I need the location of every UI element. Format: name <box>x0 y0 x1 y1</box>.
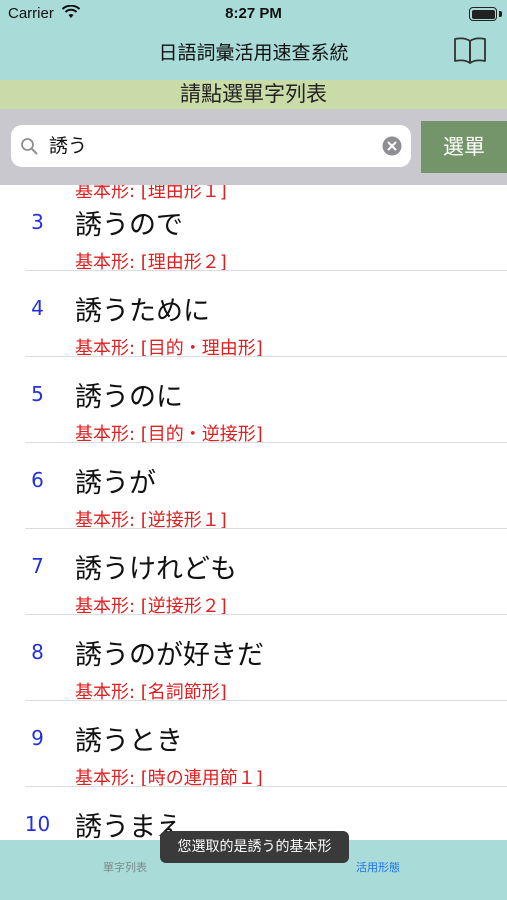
search-bar: 誘う 選單 <box>0 109 507 185</box>
row-number: 5 <box>31 382 44 406</box>
row-number: 7 <box>31 554 44 578</box>
row-number: 9 <box>31 726 44 750</box>
page-title: 日語詞彙活用速查系統 <box>158 42 349 64</box>
list-item[interactable]: 3 誘うので 基本形: [理由形２] <box>0 185 507 273</box>
tab-word-list[interactable]: 單字列表 <box>103 859 147 875</box>
status-bar: Carrier 8:27 PM <box>0 0 507 28</box>
clear-icon[interactable] <box>382 136 402 156</box>
battery-nub <box>499 11 502 17</box>
navigation-bar: Carrier 8:27 PM 日語詞彙活用速查系統 <box>0 0 507 80</box>
row-number: 8 <box>31 640 44 664</box>
conjugated-word: 誘うために <box>75 296 210 327</box>
conjugated-word: 誘うとき <box>75 726 183 757</box>
conjugation-list: 基本形: [理由形１] 3 誘うので 基本形: [理由形２] 4 誘うために 基… <box>0 185 507 840</box>
list-item[interactable]: 4 誘うために 基本形: [目的・理由形] <box>0 271 507 359</box>
conjugated-word: 誘うのに <box>75 382 183 413</box>
menu-button[interactable]: 選單 <box>421 121 507 173</box>
tab-conjugation-forms[interactable]: 活用形態 <box>356 859 400 875</box>
battery-icon <box>469 7 497 21</box>
status-time: 8:27 PM <box>225 5 282 22</box>
conjugated-word: 誘うので <box>75 210 183 241</box>
book-icon[interactable] <box>453 35 487 65</box>
row-number: 3 <box>31 210 44 234</box>
conjugated-word: 誘うのが好きだ <box>75 640 264 671</box>
search-icon <box>21 138 38 155</box>
list-item[interactable]: 6 誘うが 基本形: [逆接形１] <box>0 443 507 531</box>
list-item[interactable]: 7 誘うけれども 基本形: [逆接形２] <box>0 529 507 617</box>
list-subtitle: 請點選單字列表 <box>0 80 507 109</box>
conjugated-word: 誘うが <box>75 468 156 499</box>
search-value: 誘う <box>49 135 88 157</box>
search-input[interactable]: 誘う <box>11 125 411 167</box>
list-item[interactable]: 5 誘うのに 基本形: [目的・逆接形] <box>0 357 507 445</box>
row-number: 6 <box>31 468 44 492</box>
conjugated-word: 誘うけれども <box>75 554 237 585</box>
list-item[interactable]: 8 誘うのが好きだ 基本形: [名詞節形] <box>0 615 507 703</box>
list-item[interactable]: 9 誘うとき 基本形: [時の連用節１] <box>0 701 507 789</box>
toast-message: 您選取的是誘う的基本形 <box>160 831 349 863</box>
row-number: 10 <box>24 812 51 836</box>
row-number: 4 <box>31 296 44 320</box>
